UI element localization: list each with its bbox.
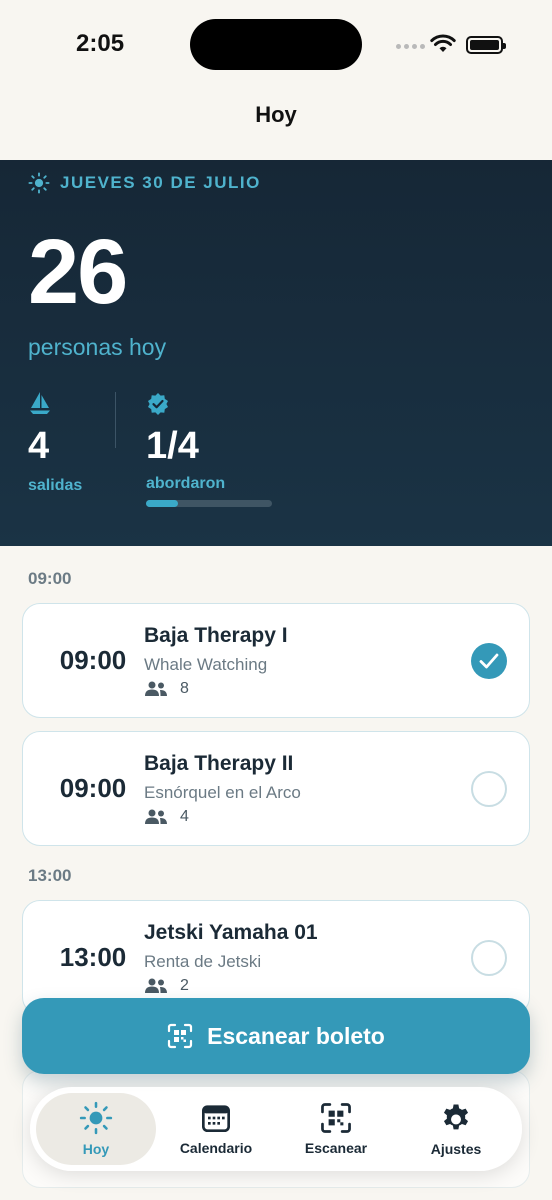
date-header: JUEVES 30 DE JULIO	[28, 172, 261, 194]
people-icon	[145, 681, 167, 696]
today-summary-card: JUEVES 30 DE JULIO 26 personas hoy 4 sal…	[0, 160, 552, 546]
trip-title: Jetski Yamaha 01	[144, 921, 318, 944]
trip-card[interactable]: 09:00 Baja Therapy II Esnórquel en el Ar…	[22, 731, 530, 846]
boarded-check-button[interactable]	[471, 771, 507, 807]
boarded-progress-fill	[146, 500, 178, 507]
status-bar: 2:05	[0, 0, 552, 90]
tab-ajustes[interactable]: Ajustes	[396, 1093, 516, 1165]
verified-badge-icon	[148, 393, 168, 415]
departures-label: salidas	[28, 477, 83, 494]
date-label: JUEVES 30 DE JULIO	[60, 173, 261, 192]
trip-subtitle: Esnórquel en el Arco	[144, 783, 301, 802]
trip-subtitle: Whale Watching	[144, 655, 268, 674]
sun-icon	[28, 172, 50, 194]
section-header: 13:00	[28, 866, 72, 885]
tab-hoy[interactable]: Hoy	[36, 1093, 156, 1165]
boarded-check-button[interactable]	[471, 643, 507, 679]
sailboat-icon	[30, 392, 50, 414]
departures-value: 4	[28, 425, 50, 467]
trip-title: Baja Therapy II	[144, 752, 294, 775]
battery-icon	[466, 36, 506, 54]
tab-label: Ajustes	[430, 1141, 482, 1157]
people-count: 26	[28, 221, 128, 323]
calendar-icon	[202, 1105, 230, 1132]
people-icon	[145, 978, 167, 993]
qr-scan-icon	[168, 1023, 193, 1049]
tab-label: Hoy	[82, 1141, 110, 1157]
boarded-value: 1/4	[146, 425, 199, 467]
scan-button-label: Escanear boleto	[207, 1022, 385, 1049]
trip-passenger-count: 8	[144, 680, 189, 698]
people-label: personas hoy	[28, 334, 167, 360]
passenger-count: 2	[180, 977, 189, 994]
people-icon	[145, 809, 167, 824]
tab-bar: Hoy Calendario Escanear Ajustes	[30, 1087, 522, 1171]
trip-passenger-count: 4	[144, 808, 189, 826]
tab-label: Escanear	[304, 1140, 368, 1156]
trip-subtitle: Renta de Jetski	[144, 952, 262, 971]
checkmark-icon	[479, 653, 499, 669]
passenger-count: 8	[180, 680, 189, 697]
signal-icon	[396, 44, 425, 49]
tab-escanear[interactable]: Escanear	[276, 1093, 396, 1165]
qr-scan-icon	[321, 1103, 351, 1133]
boarded-progress-bar	[146, 500, 272, 507]
stat-divider	[115, 392, 116, 448]
sun-icon	[79, 1101, 113, 1135]
departures-stat: 4 salidas	[28, 390, 82, 495]
boarded-check-button[interactable]	[471, 940, 507, 976]
boarded-label: abordaron	[146, 475, 226, 492]
gear-icon	[443, 1104, 469, 1130]
trip-time: 09:00	[59, 645, 127, 675]
trip-time: 09:00	[59, 773, 127, 803]
scan-ticket-button[interactable]: Escanear boleto	[22, 998, 530, 1074]
page-title: Hoy	[255, 102, 297, 127]
tab-calendario[interactable]: Calendario	[156, 1093, 276, 1165]
status-time: 2:05	[76, 30, 125, 57]
passenger-count: 4	[180, 808, 189, 825]
boarded-stat: 1/4 abordaron	[146, 390, 225, 493]
dynamic-island	[190, 19, 362, 70]
wifi-icon	[430, 34, 456, 52]
section-header: 09:00	[28, 569, 72, 588]
tab-label: Calendario	[179, 1140, 253, 1156]
trip-card[interactable]: 09:00 Baja Therapy I Whale Watching 8	[22, 603, 530, 718]
trip-passenger-count: 2	[144, 977, 189, 995]
trip-title: Baja Therapy I	[144, 624, 288, 647]
